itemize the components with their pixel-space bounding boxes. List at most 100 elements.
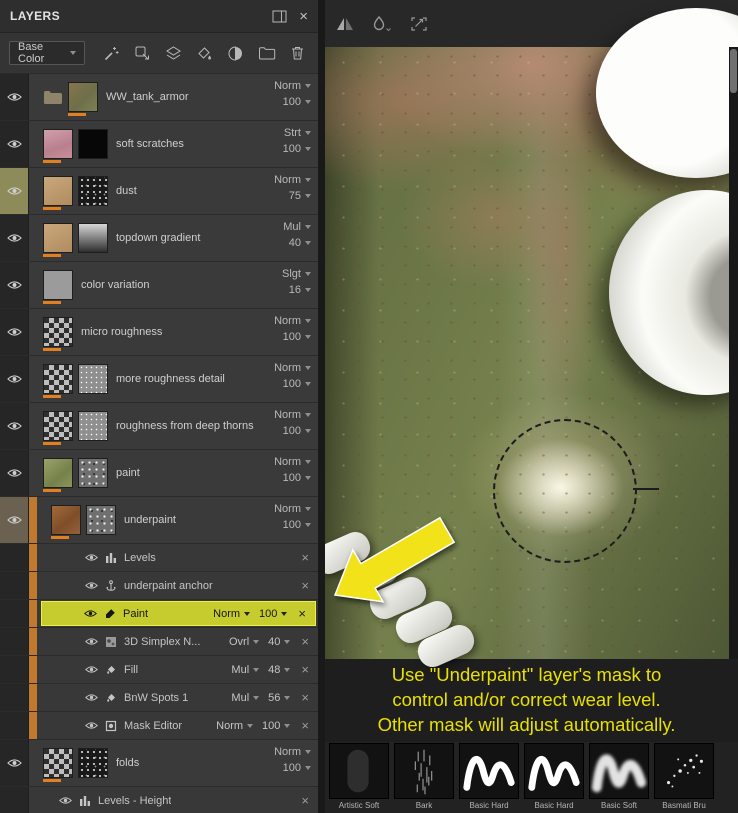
mask-thumbnail[interactable] — [78, 748, 108, 778]
remove-effect-button[interactable]: × — [301, 794, 309, 807]
opacity-selector[interactable]: 100 — [283, 96, 311, 108]
mask-thumbnail[interactable] — [78, 411, 108, 441]
remove-effect-button[interactable]: × — [301, 663, 309, 676]
opacity-selector[interactable]: 100 — [259, 608, 288, 620]
visibility-toggle-icon[interactable] — [0, 121, 29, 167]
opacity-selector[interactable]: 100 — [283, 143, 311, 155]
layer-thumbnails[interactable] — [43, 129, 108, 163]
layer-thumbnails[interactable] — [43, 748, 108, 782]
smart-material-icon[interactable] — [227, 45, 244, 62]
visibility-toggle-icon[interactable] — [0, 356, 29, 402]
visibility-toggle-icon[interactable] — [85, 637, 98, 646]
opacity-selector[interactable]: 75 — [289, 190, 311, 202]
blend-mode-selector[interactable]: Norm — [213, 608, 251, 620]
opacity-selector[interactable]: 16 — [289, 284, 311, 296]
mask-thumbnail[interactable] — [78, 223, 108, 253]
layer-thumbnail[interactable] — [43, 364, 73, 398]
layer-thumbnails[interactable] — [51, 505, 116, 539]
effect-row[interactable]: Levels - Height × — [0, 787, 318, 813]
remove-effect-button[interactable]: × — [301, 691, 309, 704]
symmetry-icon[interactable] — [335, 16, 355, 32]
mask-thumbnail[interactable] — [86, 505, 116, 535]
blend-mode-selector[interactable]: Mul — [231, 664, 260, 676]
effect-row[interactable]: 3D Simplex N... Ovrl 40 × — [0, 628, 318, 656]
visibility-toggle-icon[interactable] — [0, 215, 29, 261]
layer-row[interactable]: micro roughness Norm 100 — [0, 309, 318, 356]
layer-row[interactable]: more roughness detail Norm 100 — [0, 356, 318, 403]
visibility-toggle-icon[interactable] — [0, 262, 29, 308]
blend-mode-selector[interactable]: Norm — [274, 503, 311, 515]
blend-mode-selector[interactable]: Slgt — [282, 268, 311, 280]
bucket-icon[interactable] — [196, 45, 213, 62]
layer-thumbnail[interactable] — [43, 411, 73, 445]
blend-mode-selector[interactable]: Mul — [231, 692, 260, 704]
layer-thumbnail[interactable] — [43, 176, 73, 210]
effect-row[interactable]: Mask Editor Norm 100 × — [0, 712, 318, 740]
mask-thumbnail[interactable] — [78, 364, 108, 394]
viewport-3d[interactable]: Use "Underpaint" layer's mask to control… — [325, 0, 738, 813]
opacity-selector[interactable]: 100 — [283, 762, 311, 774]
visibility-toggle-icon[interactable] — [0, 450, 29, 496]
visibility-toggle-icon[interactable] — [84, 609, 97, 618]
blend-mode-selector[interactable]: Norm — [274, 174, 311, 186]
mask-thumbnail[interactable] — [78, 176, 108, 206]
blend-mode-selector[interactable]: Norm — [274, 456, 311, 468]
viewport-scrollbar[interactable] — [729, 47, 738, 659]
opacity-selector[interactable]: 100 — [283, 519, 311, 531]
visibility-toggle-icon[interactable] — [85, 665, 98, 674]
opacity-selector[interactable]: 48 — [268, 664, 291, 676]
add-folder-icon[interactable] — [258, 46, 276, 61]
brush-thumbnail[interactable] — [459, 743, 519, 799]
opacity-selector[interactable]: 100 — [283, 331, 311, 343]
remove-effect-button[interactable]: × — [298, 607, 306, 620]
effect-item[interactable]: BnW Spots 1 Mul 56 × — [37, 684, 318, 711]
layer-thumbnail[interactable] — [43, 223, 73, 257]
instantiate-icon[interactable] — [134, 45, 151, 62]
blend-mode-selector[interactable]: Norm — [216, 720, 254, 732]
opacity-selector[interactable]: 100 — [283, 472, 311, 484]
blend-mode-selector[interactable]: Mul — [283, 221, 311, 233]
layer-thumbnail[interactable] — [43, 748, 73, 782]
layer-row[interactable]: soft scratches Strt 100 — [0, 121, 318, 168]
panel-divider[interactable] — [318, 0, 325, 813]
visibility-toggle-icon[interactable] — [85, 721, 98, 730]
visibility-toggle-icon[interactable] — [85, 581, 98, 590]
blend-mode-selector[interactable]: Norm — [274, 80, 311, 92]
visibility-toggle-icon[interactable] — [0, 403, 29, 449]
effect-item[interactable]: Levels - Height × — [29, 787, 318, 813]
layer-thumbnails[interactable] — [43, 364, 108, 398]
effect-row[interactable]: Paint Norm 100 × — [0, 600, 318, 628]
layer-thumbnails[interactable] — [43, 82, 98, 116]
layer-thumbnail[interactable] — [43, 458, 73, 492]
brush-preset[interactable]: Basmati Bru — [654, 743, 714, 813]
opacity-selector[interactable]: 100 — [283, 378, 311, 390]
brush-preset[interactable]: Basic Soft — [589, 743, 649, 813]
layer-row[interactable]: WW_tank_armor Norm 100 — [0, 74, 318, 121]
layer-thumbnail[interactable] — [43, 317, 73, 351]
effect-row[interactable]: Levels × — [0, 544, 318, 572]
effect-row[interactable]: underpaint anchor × — [0, 572, 318, 600]
blend-mode-selector[interactable]: Norm — [274, 409, 311, 421]
fill-layer-icon[interactable] — [165, 45, 182, 62]
brush-preset[interactable]: Bark — [394, 743, 454, 813]
remove-effect-button[interactable]: × — [301, 635, 309, 648]
visibility-toggle-icon[interactable] — [0, 309, 29, 355]
effect-item[interactable]: Mask Editor Norm 100 × — [37, 712, 318, 739]
wand-icon[interactable] — [103, 45, 120, 62]
physics-drop-icon[interactable] — [371, 15, 393, 33]
effect-item[interactable]: Paint Norm 100 × — [41, 601, 316, 626]
brush-thumbnail[interactable] — [394, 743, 454, 799]
brush-preset[interactable]: Artistic Soft — [329, 743, 389, 813]
blend-mode-selector[interactable]: Norm — [274, 362, 311, 374]
blend-mode-selector[interactable]: Strt — [284, 127, 311, 139]
effect-item[interactable]: Fill Mul 48 × — [37, 656, 318, 683]
layer-thumbnails[interactable] — [43, 223, 108, 257]
layer-thumbnails[interactable] — [43, 458, 108, 492]
trash-icon[interactable] — [290, 45, 305, 61]
layer-thumbnails[interactable] — [43, 270, 73, 304]
blend-mode-selector[interactable]: Norm — [274, 746, 311, 758]
mask-thumbnail[interactable] — [78, 129, 108, 159]
transform-icon[interactable] — [409, 15, 429, 33]
visibility-toggle-icon[interactable] — [85, 553, 98, 562]
mask-thumbnail[interactable] — [78, 458, 108, 488]
